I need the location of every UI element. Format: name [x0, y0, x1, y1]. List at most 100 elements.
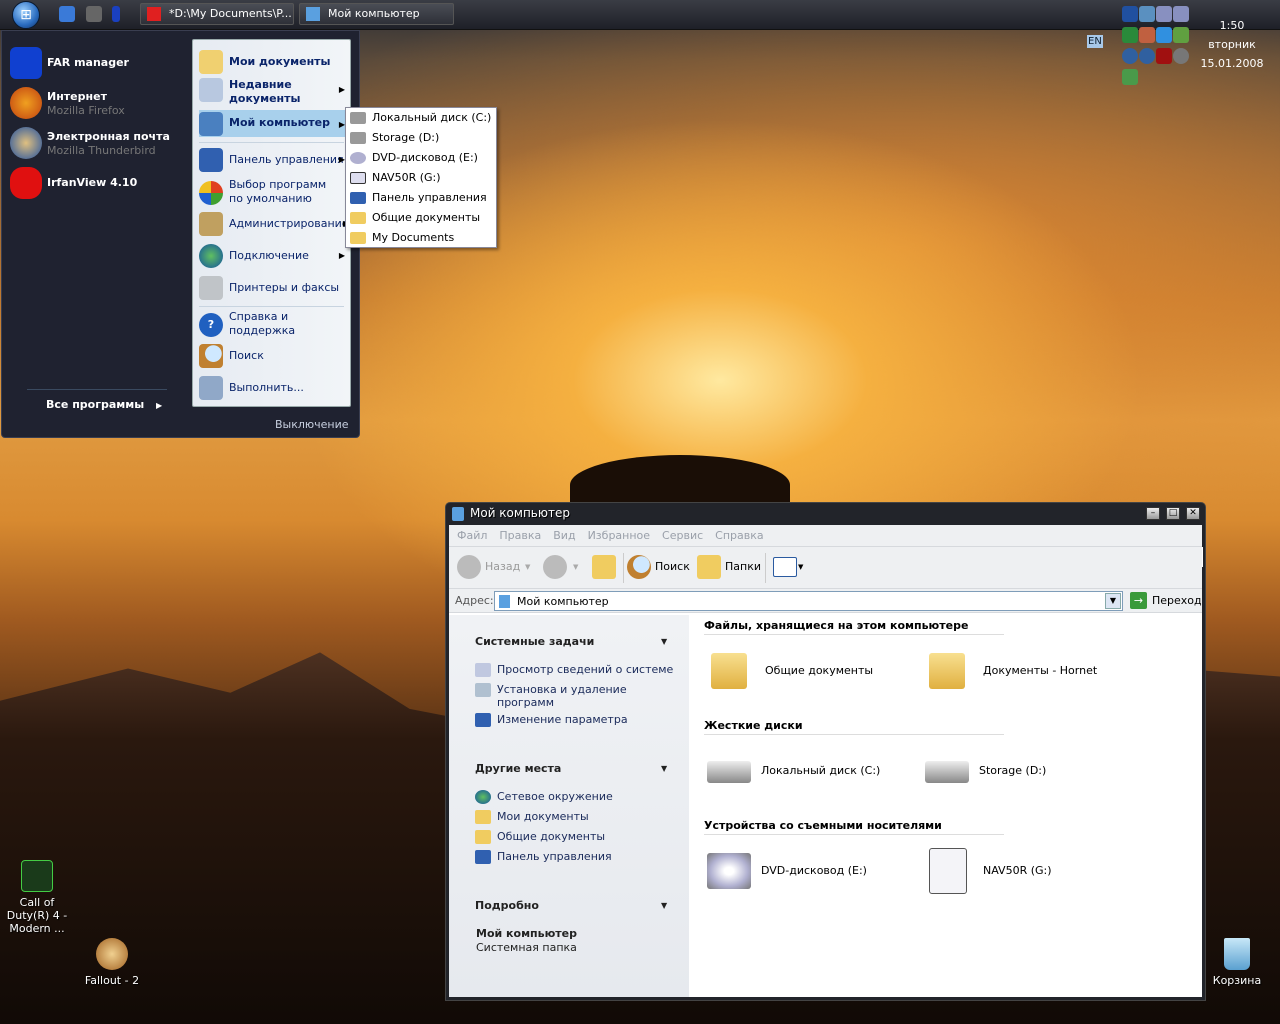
menu-file[interactable]: Файл — [457, 529, 487, 542]
system-tasks-header[interactable]: Системные задачи ▼ — [475, 635, 667, 648]
sync-icon[interactable] — [1122, 27, 1138, 43]
minimize-button[interactable]: – — [1146, 507, 1160, 520]
task-irfanview[interactable]: *D:\My Documents\P... — [140, 3, 294, 25]
menu-tools[interactable]: Сервис — [662, 529, 703, 542]
desktop-icon-call-of-duty[interactable]: Call of Duty(R) 4 - Modern ... — [0, 860, 82, 935]
arrow-right-icon: ▶ — [338, 85, 345, 94]
place-default-programs[interactable]: Выбор программ по умолчанию — [199, 178, 349, 208]
menu-edit[interactable]: Правка — [499, 529, 541, 542]
folders-button[interactable]: Папки — [725, 557, 761, 577]
clock[interactable]: 1:50 вторник 15.01.2008 — [1200, 16, 1264, 73]
up-folder-icon[interactable] — [592, 555, 616, 579]
quicklaunch-ie-icon[interactable] — [59, 6, 75, 22]
divider — [623, 553, 624, 583]
task-add-remove-programs[interactable]: Установка и удаление программ — [475, 683, 675, 709]
network-icon[interactable] — [1173, 6, 1189, 22]
place-help[interactable]: ? Справка и поддержка — [199, 310, 349, 340]
views-button[interactable] — [773, 557, 797, 577]
item-hornet-documents[interactable]: Документы - Hornet — [929, 647, 1097, 695]
place-administration[interactable]: Администрирование▶ — [199, 212, 349, 238]
address-input[interactable]: Мой компьютер ▼ — [494, 591, 1123, 611]
item-nav50r-g[interactable]: NAV50R (G:) — [929, 847, 1052, 895]
item-drive-d[interactable]: Storage (D:) — [925, 747, 1046, 795]
submenu-item[interactable]: Панель управления — [346, 188, 496, 208]
place-my-documents[interactable]: Мои документы — [475, 810, 675, 824]
views-dropdown-icon[interactable]: ▼ — [798, 557, 803, 577]
details-header[interactable]: Подробно ▼ — [475, 899, 667, 912]
back-button[interactable]: Назад — [485, 557, 520, 577]
place-search[interactable]: Поиск — [199, 344, 349, 370]
place-control-panel[interactable]: Панель управления — [475, 850, 675, 864]
place-my-computer[interactable]: Мой компьютер ▶ — [199, 110, 349, 137]
collapse-icon[interactable]: ▼ — [661, 901, 667, 910]
place-control-panel[interactable]: Панель управления ▶ — [199, 148, 349, 174]
tray-icon[interactable] — [1122, 6, 1138, 22]
place-run[interactable]: Выполнить... — [199, 376, 349, 402]
desktop-icon-fallout-2[interactable]: Fallout - 2 — [67, 938, 157, 987]
back-dropdown-icon[interactable]: ▼ — [525, 557, 530, 577]
place-connect[interactable]: Подключение ▶ — [199, 244, 349, 270]
task-change-setting[interactable]: Изменение параметра — [475, 713, 675, 727]
item-dvd-e[interactable]: DVD-дисковод (E:) — [707, 847, 867, 895]
submenu-item[interactable]: Storage (D:) — [346, 128, 496, 148]
item-sublabel: Mozilla Firefox — [47, 104, 125, 117]
e-icon[interactable] — [1156, 48, 1172, 64]
safely-remove-icon[interactable] — [1122, 69, 1138, 85]
nvidia-icon[interactable] — [1173, 27, 1189, 43]
search-button[interactable]: Поиск — [655, 557, 690, 577]
item-label: DVD-дисковод (E:) — [761, 864, 867, 877]
submenu-item[interactable]: NAV50R (G:) — [346, 168, 496, 188]
agent-icon[interactable] — [1139, 48, 1155, 64]
volume-icon[interactable] — [1139, 27, 1155, 43]
hard-drive-icon — [707, 761, 751, 783]
menu-favorites[interactable]: Избранное — [588, 529, 650, 542]
place-network[interactable]: Сетевое окружение — [475, 790, 675, 804]
speaker-icon[interactable] — [1173, 48, 1189, 64]
place-printers[interactable]: Принтеры и факсы — [199, 276, 349, 302]
address-dropdown-icon[interactable]: ▼ — [1105, 593, 1121, 609]
submenu-item[interactable]: DVD-дисковод (E:) — [346, 148, 496, 168]
network-icon — [475, 790, 491, 804]
item-drive-c[interactable]: Локальный диск (C:) — [707, 747, 880, 795]
item-shared-documents[interactable]: Общие документы — [711, 647, 873, 695]
task-view-system-info[interactable]: Просмотр сведений о системе — [475, 663, 675, 677]
network-icon[interactable] — [1156, 6, 1172, 22]
submenu-item[interactable]: My Documents — [346, 228, 496, 248]
tray-icon[interactable] — [1139, 6, 1155, 22]
place-recent-documents[interactable]: Недавние документы ▶ — [199, 78, 349, 108]
forward-arrow-icon[interactable] — [543, 555, 567, 579]
menu-view[interactable]: Вид — [553, 529, 575, 542]
address-bar: Адрес: Мой компьютер ▼ → Переход — [449, 589, 1202, 613]
collapse-icon[interactable]: ▼ — [661, 764, 667, 773]
language-indicator[interactable]: EN — [1087, 35, 1103, 48]
divider — [199, 142, 344, 143]
removable-drive-icon — [929, 848, 967, 894]
item-label: Мой компьютер — [229, 116, 331, 129]
all-programs-button[interactable]: Все программы ▶ — [46, 398, 162, 411]
go-arrow-icon[interactable]: → — [1130, 592, 1147, 609]
item-label: Общие документы — [497, 830, 606, 843]
place-shared-documents[interactable]: Общие документы — [475, 830, 675, 844]
go-button[interactable]: Переход — [1152, 594, 1202, 607]
forward-dropdown-icon[interactable]: ▼ — [573, 557, 578, 577]
submenu-item[interactable]: Общие документы — [346, 208, 496, 228]
shutdown-button[interactable]: Выключение — [275, 418, 349, 431]
place-my-documents[interactable]: Мои документы — [199, 50, 349, 76]
maximize-button[interactable]: □ — [1166, 507, 1180, 520]
recent-documents-icon — [199, 78, 223, 102]
other-places-header[interactable]: Другие места ▼ — [475, 762, 667, 775]
clock-time: 1:50 — [1219, 19, 1245, 32]
submenu-item[interactable]: Локальный диск (C:) — [346, 108, 496, 128]
menu-help[interactable]: Справка — [715, 529, 763, 542]
download-icon[interactable] — [1156, 27, 1172, 43]
quicklaunch-tool-icon[interactable] — [112, 6, 120, 22]
task-my-computer[interactable]: Мой компьютер — [299, 3, 454, 25]
item-label: Мои документы — [497, 810, 589, 823]
back-arrow-icon[interactable] — [457, 555, 481, 579]
info-icon[interactable] — [1122, 48, 1138, 64]
close-button[interactable]: ✕ — [1186, 507, 1200, 520]
quicklaunch-app-icon[interactable] — [86, 6, 102, 22]
item-label: NAV50R (G:) — [983, 864, 1052, 877]
start-button[interactable]: ⊞ — [12, 1, 40, 29]
collapse-icon[interactable]: ▼ — [661, 637, 667, 646]
